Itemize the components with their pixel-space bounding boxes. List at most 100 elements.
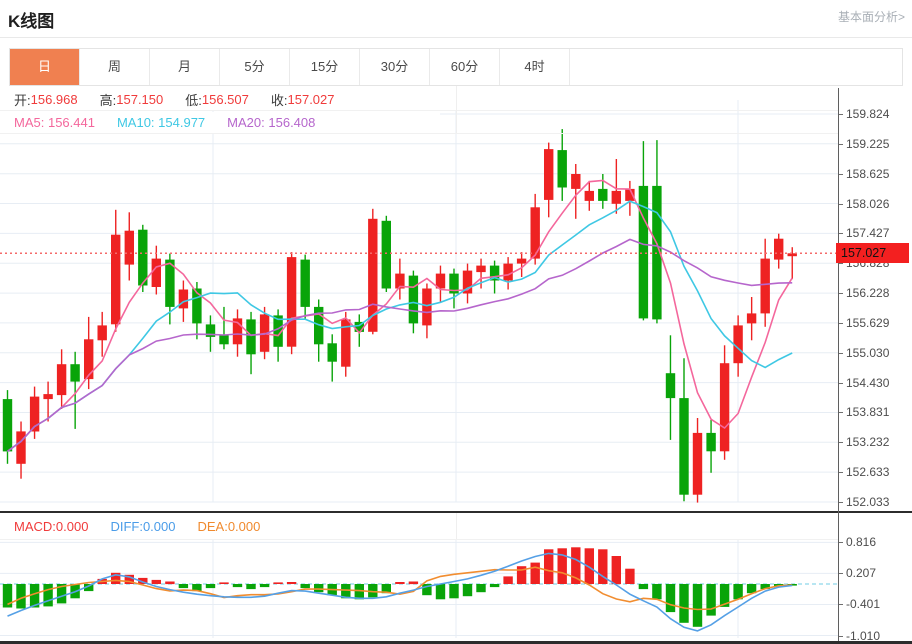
candle — [544, 143, 553, 218]
candle — [679, 358, 688, 501]
macd-bar — [43, 584, 52, 606]
candle — [3, 390, 12, 464]
dea-label: DEA: — [197, 519, 227, 534]
macd-bar — [165, 582, 174, 585]
tabbar-filler — [570, 49, 902, 85]
candle — [693, 418, 702, 503]
macd-bar — [436, 584, 445, 599]
macd-bar — [652, 584, 661, 599]
macd-bar — [449, 584, 458, 598]
macd-axis: 0.8160.207-0.401-1.010 — [838, 513, 912, 641]
macd-bar — [152, 580, 161, 584]
macd-tick-label: -0.401 — [846, 597, 880, 611]
fundamental-analysis-link[interactable]: 基本面分析> — [838, 8, 905, 25]
macd-bar — [206, 584, 215, 588]
tab-5分[interactable]: 5分 — [220, 49, 290, 85]
macd-label: MACD: — [14, 519, 56, 534]
ohlc-row-border — [0, 110, 838, 111]
tab-4时[interactable]: 4时 — [500, 49, 570, 85]
candle — [125, 212, 134, 280]
candle — [57, 349, 66, 409]
price-tick-label: 152.633 — [846, 465, 889, 479]
readout-divider — [456, 86, 457, 133]
macd-bar — [219, 582, 228, 584]
main-chart-panel: 开: 156.968 高: 157.150 低: 156.507 收: 157.… — [0, 86, 912, 512]
macd-bar — [639, 584, 648, 589]
macd-bars — [3, 547, 797, 627]
candle — [355, 314, 364, 346]
macd-bar — [409, 582, 418, 585]
macd-bar — [612, 556, 621, 584]
macd-row-border — [0, 539, 838, 540]
macd-bar — [476, 584, 485, 592]
ohlc-readout: 开: 156.968 高: 157.150 低: 156.507 收: 157.… — [0, 89, 456, 110]
candle — [422, 284, 431, 339]
macd-bar — [503, 576, 512, 584]
macd-bar — [301, 584, 310, 588]
macd-bar — [463, 584, 472, 596]
candle — [98, 312, 107, 357]
candle — [558, 129, 567, 201]
macd-readout: MACD: 0.000 DIFF: 0.000 DEA: 0.000 — [0, 516, 456, 537]
candle — [666, 335, 675, 440]
high-label: 高: — [100, 90, 117, 109]
ma5-label: MA5: — [14, 115, 44, 130]
diff-value: 0.000 — [143, 519, 176, 534]
macd-panel: MACD: 0.000 DIFF: 0.000 DEA: 0.000 0.816… — [0, 513, 912, 641]
price-tick-label: 155.030 — [846, 346, 889, 360]
candle — [625, 181, 634, 216]
ma10-value: 154.977 — [158, 115, 205, 130]
tab-60分[interactable]: 60分 — [430, 49, 500, 85]
candle — [287, 252, 296, 354]
macd-readout-divider — [456, 513, 457, 539]
diff-label: DIFF: — [110, 519, 143, 534]
candle — [246, 312, 255, 374]
macd-bar — [679, 584, 688, 623]
price-tick-label: 157.427 — [846, 226, 889, 240]
macd-bar — [693, 584, 702, 627]
ma5-value: 156.441 — [48, 115, 95, 130]
candle — [706, 420, 715, 473]
open-value: 156.968 — [31, 92, 78, 107]
candle — [328, 334, 337, 381]
tab-15分[interactable]: 15分 — [290, 49, 360, 85]
page-title: K线图 — [8, 7, 54, 32]
dea-value: 0.000 — [228, 519, 261, 534]
tab-周[interactable]: 周 — [80, 49, 150, 85]
candlestick-canvas[interactable] — [0, 86, 838, 512]
price-tick-label: 154.430 — [846, 376, 889, 390]
current-price-badge: 157.027 — [836, 243, 909, 263]
candle — [463, 264, 472, 304]
macd-bar — [666, 584, 675, 612]
macd-bar — [179, 584, 188, 588]
ma5-line — [8, 180, 793, 451]
macd-bar — [16, 584, 25, 609]
price-tick-label: 158.625 — [846, 167, 889, 181]
price-tick-label: 158.026 — [846, 197, 889, 211]
macd-bar — [395, 582, 404, 584]
price-tick-label: 152.033 — [846, 495, 889, 509]
macd-bar — [625, 569, 634, 584]
ma20-value: 156.408 — [268, 115, 315, 130]
candle — [761, 239, 770, 327]
price-tick-label: 159.225 — [846, 137, 889, 151]
macd-bar — [314, 584, 323, 592]
candle — [219, 307, 228, 349]
macd-bar — [260, 584, 269, 587]
candle — [16, 422, 25, 479]
ma10-label: MA10: — [117, 115, 155, 130]
tab-月[interactable]: 月 — [150, 49, 220, 85]
macd-tick-label: 0.816 — [846, 535, 876, 549]
tab-日[interactable]: 日 — [10, 49, 80, 85]
macd-bar — [233, 584, 242, 587]
low-label: 低: — [185, 90, 202, 109]
candle — [233, 309, 242, 356]
tab-30分[interactable]: 30分 — [360, 49, 430, 85]
macd-tick-label: 0.207 — [846, 566, 876, 580]
macd-bar — [490, 584, 499, 587]
header: K线图 基本面分析> — [0, 0, 912, 38]
macd-bar — [246, 584, 255, 589]
candle — [192, 282, 201, 339]
candle — [436, 266, 445, 302]
ma-readout: MA5: 156.441 MA10: 154.977 MA20: 156.408 — [0, 112, 440, 133]
